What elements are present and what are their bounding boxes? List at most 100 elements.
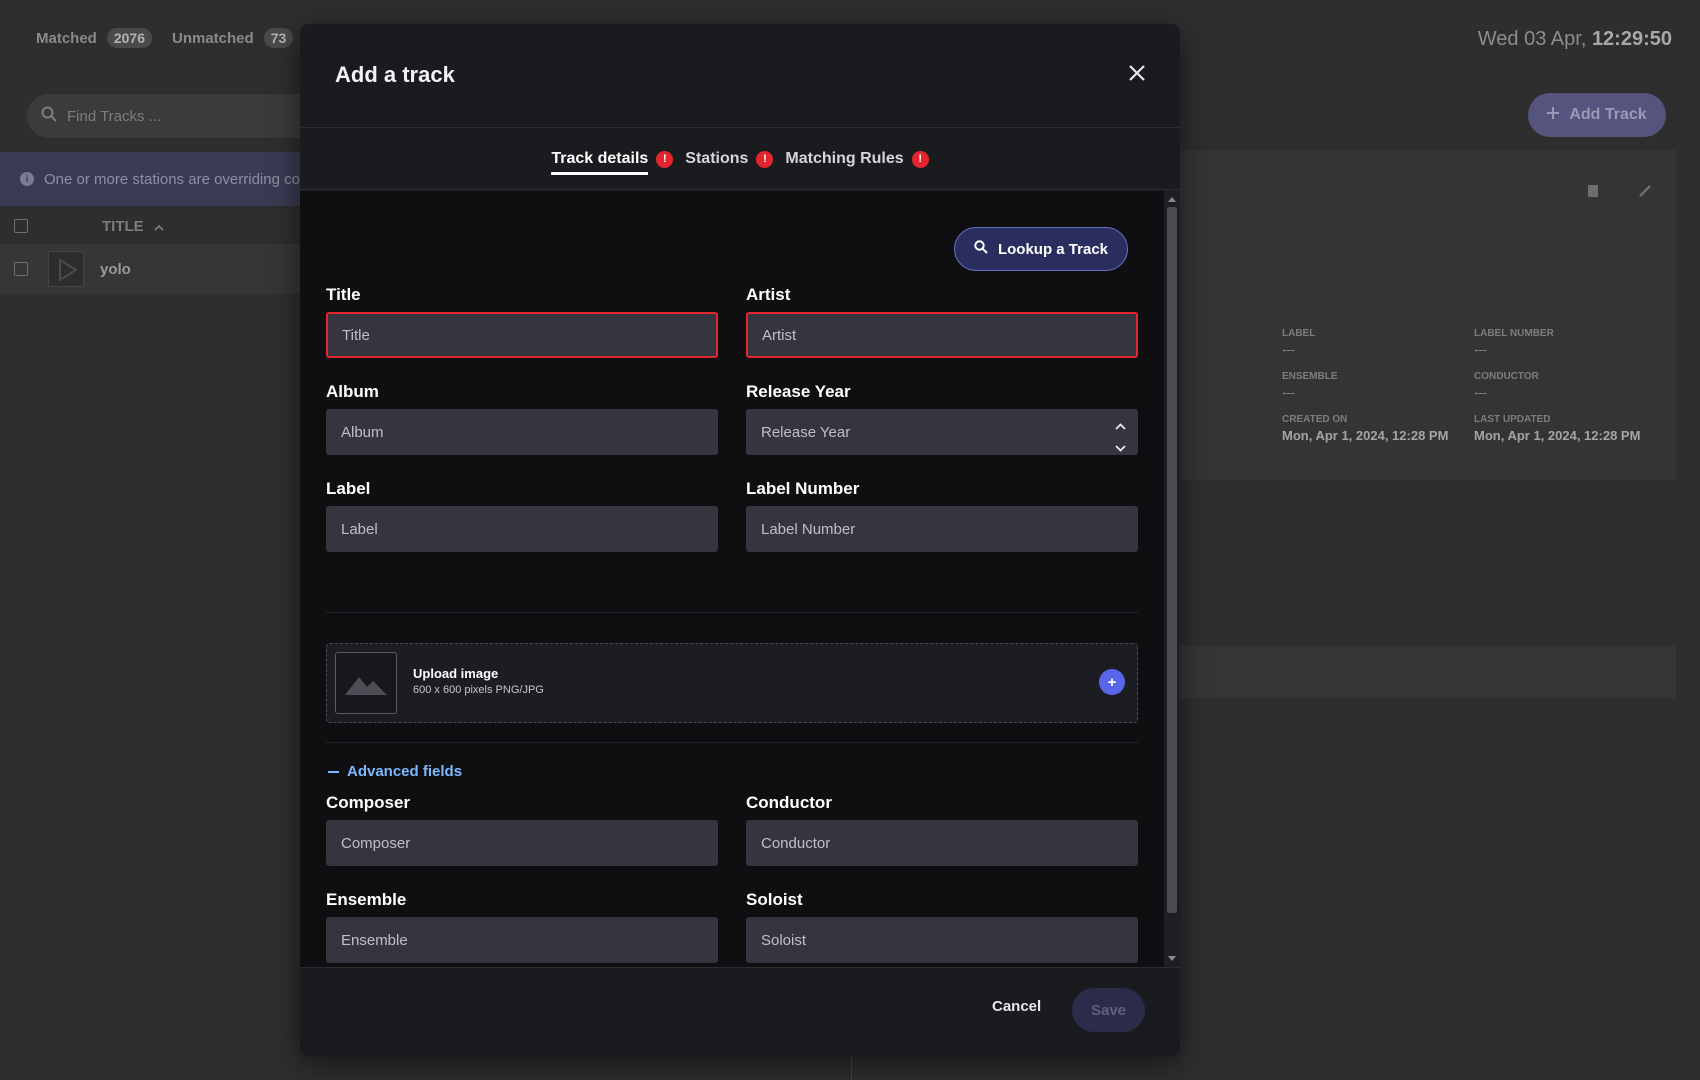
- detail-value: ---: [1474, 342, 1487, 357]
- detail-key: CREATED ON: [1282, 414, 1348, 425]
- close-icon: [1128, 64, 1146, 87]
- detail-key: CONDUCTOR: [1474, 371, 1539, 382]
- detail-last-updated: LAST UPDATED Mon, Apr 1, 2024, 12:28 PM: [1474, 414, 1654, 443]
- delete-icon[interactable]: [1588, 184, 1598, 201]
- add-track-button[interactable]: Add Track: [1528, 93, 1666, 137]
- detail-value: ---: [1474, 385, 1487, 400]
- composer-field: Composer: [326, 793, 718, 866]
- upload-subtitle: 600 x 600 pixels PNG/JPG: [413, 684, 544, 696]
- soloist-label: Soloist: [746, 890, 803, 909]
- title-field: Title: [326, 285, 718, 358]
- tracks-table-header: TITLE: [0, 208, 300, 244]
- upload-title: Upload image: [413, 666, 499, 681]
- lookup-label: Lookup a Track: [997, 240, 1109, 258]
- row-checkbox[interactable]: [14, 262, 28, 276]
- title-column-header[interactable]: TITLE: [102, 218, 144, 235]
- detail-grid: LABEL --- LABEL NUMBER --- ENSEMBLE --- CON…: [1282, 328, 1654, 443]
- soloist-input[interactable]: [746, 917, 1138, 963]
- clock-date: Wed 03 Apr,: [1477, 28, 1587, 50]
- release-year-field: Release Year: [746, 382, 1138, 455]
- detail-key: LABEL: [1282, 328, 1316, 339]
- chevron-down-icon[interactable]: [1115, 439, 1126, 457]
- add-track-label: Add Track: [1569, 106, 1647, 123]
- upload-add-button[interactable]: +: [1099, 669, 1125, 695]
- label-number-field: Label Number: [746, 479, 1138, 552]
- matched-label: Matched: [36, 29, 97, 47]
- chevron-up-icon[interactable]: [1115, 417, 1126, 435]
- album-label: Album: [326, 382, 379, 401]
- conductor-label: Conductor: [746, 793, 832, 812]
- info-icon: i: [20, 172, 34, 186]
- cancel-button[interactable]: Cancel: [992, 998, 1041, 1015]
- label-input[interactable]: [326, 506, 718, 552]
- artist-field: Artist: [746, 285, 1138, 358]
- image-placeholder-icon: [335, 652, 397, 714]
- release-year-wrap: [746, 409, 1138, 455]
- detail-ensemble: ENSEMBLE ---: [1282, 371, 1474, 400]
- add-track-modal: Add a track Track details ! Stations ! M…: [300, 24, 1180, 1056]
- tab-track-details[interactable]: Track details !: [551, 144, 674, 175]
- edit-icon[interactable]: [1638, 184, 1652, 201]
- label-label: Label: [326, 479, 371, 498]
- detail-value: Mon, Apr 1, 2024, 12:28 PM: [1474, 428, 1641, 443]
- composer-label: Composer: [326, 793, 411, 812]
- collapse-icon: [328, 770, 339, 773]
- track-search[interactable]: Find Tracks ...: [27, 94, 327, 138]
- override-info-banner: i One or more stations are overriding co: [0, 152, 320, 206]
- sort-asc-icon: [154, 218, 164, 235]
- detail-value: ---: [1282, 385, 1295, 400]
- section-divider: [326, 612, 1138, 613]
- error-badge-icon: !: [911, 150, 929, 168]
- scroll-thumb[interactable]: [1167, 207, 1177, 913]
- error-badge-icon: !: [756, 150, 774, 168]
- composer-input[interactable]: [326, 820, 718, 866]
- ensemble-label: Ensemble: [326, 890, 407, 909]
- ensemble-input[interactable]: [326, 917, 718, 963]
- album-field: Album: [326, 382, 718, 455]
- scroll-down-arrow[interactable]: [1168, 956, 1176, 961]
- release-year-input[interactable]: [746, 409, 1138, 455]
- detail-key: ENSEMBLE: [1282, 371, 1338, 382]
- modal-header: Add a track: [300, 24, 1180, 128]
- detail-label: LABEL ---: [1282, 328, 1474, 357]
- tab-matching-rules[interactable]: Matching Rules !: [785, 144, 929, 174]
- modal-title: Add a track: [335, 62, 455, 87]
- tab-stations[interactable]: Stations !: [685, 144, 774, 174]
- artist-label: Artist: [746, 285, 791, 304]
- album-input[interactable]: [326, 409, 718, 455]
- label-number-input[interactable]: [746, 506, 1138, 552]
- search-icon: [974, 240, 988, 258]
- section-divider: [326, 742, 1138, 743]
- conductor-input[interactable]: [746, 820, 1138, 866]
- search-icon: [41, 106, 57, 126]
- tab-label: Matching Rules: [785, 150, 904, 167]
- detail-actions: [1588, 184, 1652, 201]
- title-input[interactable]: [326, 312, 718, 358]
- detail-value: ---: [1282, 342, 1295, 357]
- track-thumbnail: [48, 251, 84, 287]
- plus-icon: [1547, 106, 1560, 124]
- ensemble-field: Ensemble: [326, 890, 718, 963]
- modal-scrollbar[interactable]: [1164, 191, 1180, 967]
- year-stepper[interactable]: [1115, 417, 1126, 457]
- image-upload-dropzone[interactable]: Upload image 600 x 600 pixels PNG/JPG +: [326, 643, 1138, 723]
- artist-input[interactable]: [746, 312, 1138, 358]
- clock-time: 12:29:50: [1591, 28, 1672, 50]
- row-title: yolo: [100, 260, 131, 278]
- advanced-fields-toggle[interactable]: Advanced fields: [328, 763, 462, 780]
- modal-body[interactable]: Lookup a Track Title Artist Album Releas…: [300, 191, 1180, 967]
- scroll-up-arrow[interactable]: [1168, 197, 1176, 202]
- table-row[interactable]: yolo: [0, 244, 300, 294]
- save-button[interactable]: Save: [1072, 988, 1145, 1032]
- close-button[interactable]: [1124, 62, 1150, 88]
- error-badge-icon: !: [656, 150, 674, 168]
- select-all-checkbox[interactable]: [14, 219, 28, 233]
- detail-created-on: CREATED ON Mon, Apr 1, 2024, 12:28 PM: [1282, 414, 1474, 443]
- matched-count-badge: 2076: [106, 28, 152, 48]
- search-placeholder: Find Tracks ...: [67, 107, 162, 125]
- detail-label-number: LABEL NUMBER ---: [1474, 328, 1654, 357]
- unmatched-label: Unmatched: [172, 29, 254, 47]
- detail-key: LAST UPDATED: [1474, 414, 1551, 425]
- detail-conductor: CONDUCTOR ---: [1474, 371, 1654, 400]
- lookup-track-button[interactable]: Lookup a Track: [954, 227, 1128, 271]
